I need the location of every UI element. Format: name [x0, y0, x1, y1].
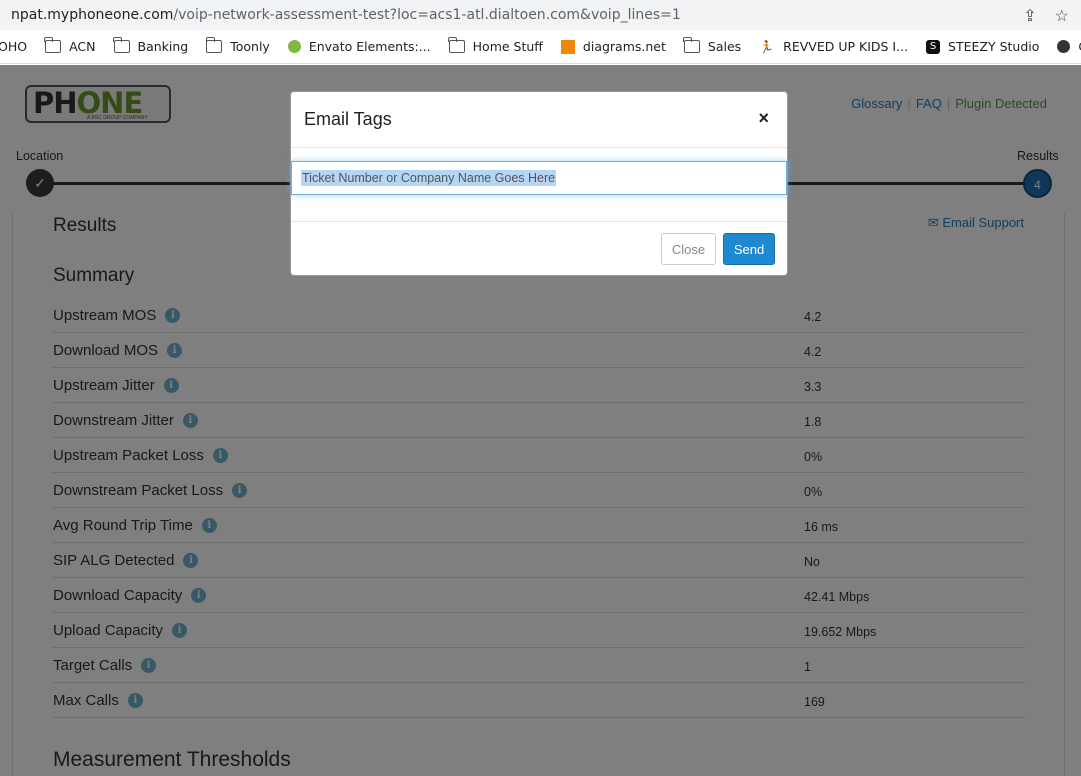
- close-button[interactable]: Close: [661, 233, 716, 265]
- share-icon[interactable]: ⇪: [1023, 6, 1036, 26]
- folder-icon: [205, 37, 223, 53]
- bookmark-label: Banking: [137, 39, 189, 54]
- modal-title: Email Tags: [304, 109, 392, 129]
- globe-icon: [1057, 40, 1071, 53]
- bookmark-label: ACN: [69, 39, 96, 54]
- bookmark-item[interactable]: Home Stuff: [448, 37, 543, 54]
- bookmark-item[interactable]: 🏃 REVVED UP KIDS I...: [759, 39, 908, 54]
- bookmark-item[interactable]: Toonly: [205, 37, 270, 54]
- bookmark-label: Envato Elements:...: [308, 39, 431, 54]
- bookmark-label: STEEZY Studio: [948, 39, 1040, 54]
- bookmark-label: REVVED UP KIDS I...: [783, 39, 909, 54]
- diagrams-icon: [560, 39, 575, 54]
- close-icon[interactable]: ×: [758, 108, 769, 129]
- bookmark-label: Sales: [707, 39, 742, 54]
- divider: [291, 147, 787, 148]
- folder-icon: [112, 37, 130, 53]
- send-button[interactable]: Send: [723, 233, 775, 265]
- envato-icon: [287, 40, 301, 53]
- bookmark-item[interactable]: ACN: [44, 37, 96, 54]
- folder-icon: [44, 37, 62, 53]
- url-text[interactable]: npat.myphoneone.com/voip-network-assessm…: [11, 7, 681, 23]
- bookmark-label: OHO: [0, 39, 28, 54]
- bookmark-item[interactable]: diagrams.net: [560, 39, 666, 54]
- bookmark-item[interactable]: S STEEZY Studio: [926, 39, 1039, 54]
- folder-icon: [683, 37, 700, 53]
- bookmark-item[interactable]: Envato Elements:...: [287, 39, 431, 54]
- bookmark-item[interactable]: OHO: [0, 39, 27, 54]
- bookmark-item[interactable]: Banking: [112, 37, 189, 54]
- folder-icon: [448, 37, 465, 53]
- divider: [291, 221, 787, 222]
- email-tags-modal: Email Tags × Ticket Number or Company Na…: [290, 91, 788, 276]
- bookmark-item[interactable]: Sales: [683, 37, 742, 54]
- bookmark-item[interactable]: CharityNet U: [1057, 39, 1081, 54]
- bookmarks-bar: OHO ACN Banking Toonly Envato Elements:... Ho…: [0, 30, 1081, 64]
- bookmark-label: diagrams.net: [582, 39, 666, 54]
- email-tags-input[interactable]: Ticket Number or Company Name Goes Here: [291, 161, 787, 195]
- bookmark-star-icon[interactable]: ☆: [1055, 6, 1069, 26]
- bookmark-label: Home Stuff: [472, 39, 543, 54]
- steezy-icon: S: [926, 39, 941, 54]
- address-bar[interactable]: npat.myphoneone.com/voip-network-assessm…: [0, 0, 1081, 30]
- bookmark-label: Toonly: [230, 39, 270, 54]
- runner-icon: 🏃: [759, 40, 775, 54]
